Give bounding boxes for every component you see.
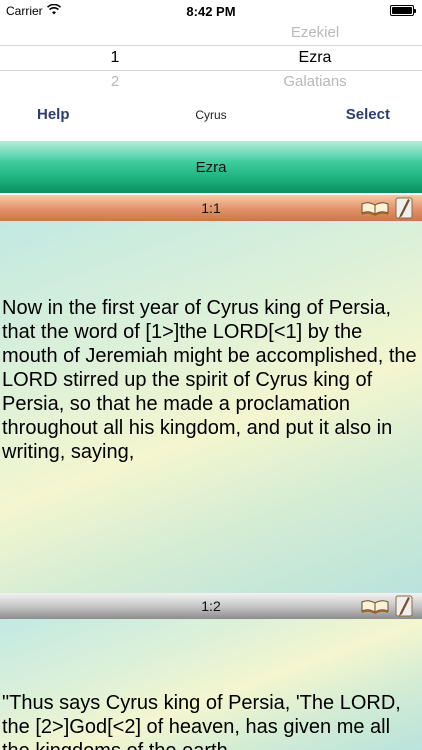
- battery-fill: [392, 7, 412, 14]
- verse-body: "Thus says Cyrus king of Persia, 'The LO…: [0, 619, 422, 750]
- status-time: 8:42 PM: [186, 4, 236, 19]
- picker-book[interactable]: Ezekiel: [240, 24, 390, 41]
- battery-icon: [390, 5, 416, 16]
- picker-divider: [0, 70, 422, 71]
- verse-text: Now in the first year of Cyrus king of P…: [2, 297, 417, 463]
- verse-reference: 1:2: [201, 598, 221, 614]
- book-title: Ezra: [195, 158, 227, 176]
- verse-header: 1:2: [0, 593, 422, 619]
- verse-text: "Thus says Cyrus king of Persia, 'The LO…: [2, 692, 401, 750]
- verse-reference: 1:1: [201, 200, 221, 216]
- picker-book[interactable]: Galatians: [240, 73, 390, 90]
- book-chapter-picker[interactable]: Ezekiel 1 Ezra 2 Galatians: [0, 22, 422, 94]
- picker-chapter[interactable]: 2: [60, 73, 170, 90]
- status-bar: Carrier 8:42 PM: [0, 0, 422, 22]
- picker-chapter[interactable]: 1: [60, 49, 170, 67]
- select-button[interactable]: Select: [346, 106, 390, 123]
- picker-book[interactable]: Ezra: [240, 49, 390, 67]
- picker-row[interactable]: 2 Galatians: [0, 73, 422, 97]
- book-title-header: Ezra: [0, 141, 422, 193]
- toolbar: Help Cyrus Select: [0, 96, 422, 136]
- picker-divider: [0, 45, 422, 46]
- verse-header: 1:1: [0, 195, 422, 221]
- verse-body: Now in the first year of Cyrus king of P…: [0, 221, 422, 593]
